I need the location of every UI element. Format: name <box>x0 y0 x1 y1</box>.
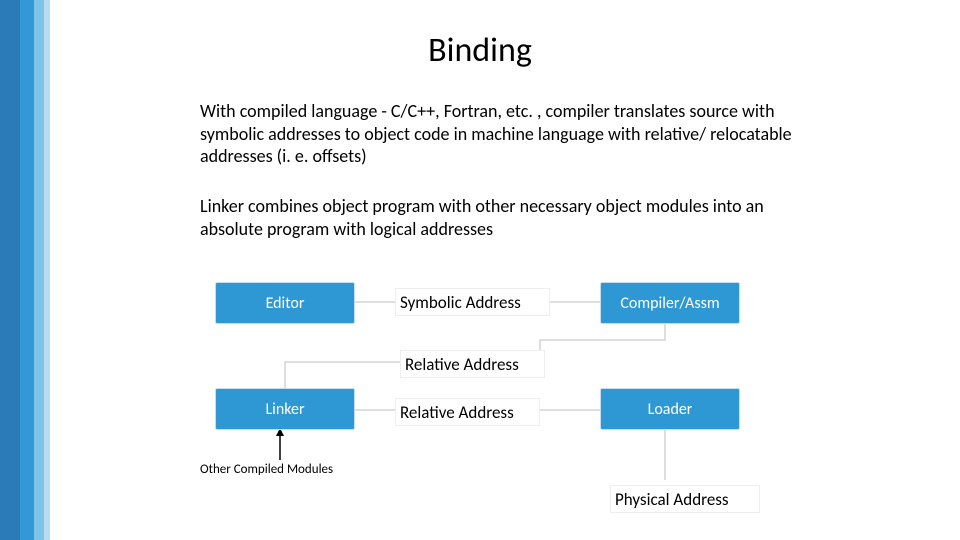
relative-address-label-2: Relative Address <box>395 398 540 426</box>
relative-address-label-1: Relative Address <box>400 350 545 378</box>
loader-box: Loader <box>600 388 740 430</box>
linker-box: Linker <box>215 388 355 430</box>
physical-address-label: Physical Address <box>610 485 760 513</box>
paragraph-2: Linker combines object program with othe… <box>200 195 830 240</box>
other-modules-label: Other Compiled Modules <box>200 462 333 477</box>
compiler-box: Compiler/Assm <box>600 282 740 324</box>
symbolic-address-label: Symbolic Address <box>395 288 550 316</box>
accent-sidebar <box>0 0 55 540</box>
flow-connectors <box>0 0 960 540</box>
editor-box: Editor <box>215 282 355 324</box>
slide-title: Binding <box>0 30 960 71</box>
paragraph-1: With compiled language - C/C++, Fortran,… <box>200 100 830 168</box>
